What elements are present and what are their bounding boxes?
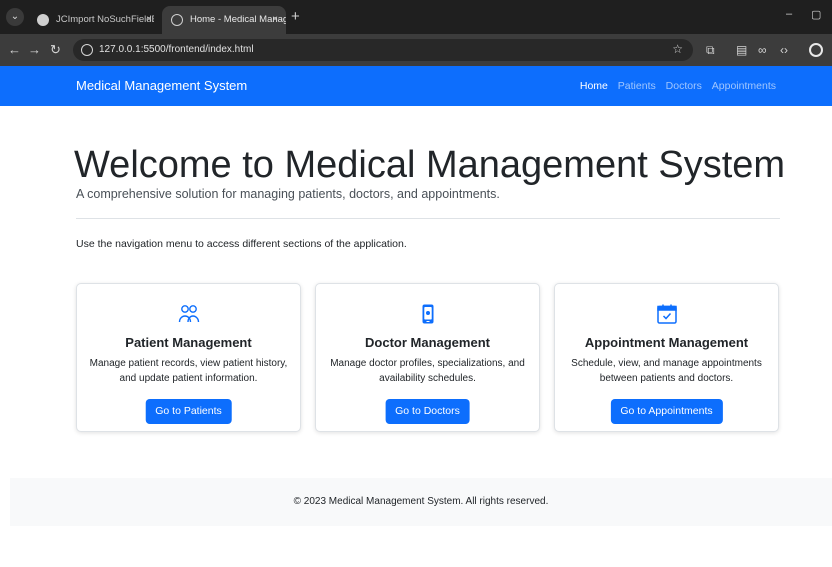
card-title: Patient Management xyxy=(125,335,252,350)
tab-title: JCImport NoSuchFieldError Fix xyxy=(56,14,154,25)
globe-icon xyxy=(171,14,183,26)
page-subtitle: A comprehensive solution for managing pa… xyxy=(76,187,500,201)
calendar-check-icon xyxy=(555,302,778,326)
nav-link-patients[interactable]: Patients xyxy=(618,80,656,92)
navigation-hint: Use the navigation menu to access differ… xyxy=(76,238,407,250)
url-text[interactable]: 127.0.0.1:5500/frontend/index.html xyxy=(99,39,254,61)
site-navbar: Medical Management System Home Patients … xyxy=(0,66,832,106)
new-tab-button[interactable]: + xyxy=(291,8,300,26)
card-title: Doctor Management xyxy=(365,335,490,350)
code-icon[interactable]: ‹› xyxy=(780,42,788,58)
go-to-patients-button[interactable]: Go to Patients xyxy=(145,399,232,424)
navbar-brand[interactable]: Medical Management System xyxy=(76,66,247,106)
card-text: Manage patient records, view patient his… xyxy=(89,358,288,384)
tab-close-icon[interactable]: × xyxy=(272,6,278,34)
footer-copyright: © 2023 Medical Management System. All ri… xyxy=(293,496,549,507)
site-info-icon[interactable] xyxy=(81,44,93,56)
nav-link-doctors[interactable]: Doctors xyxy=(666,80,702,92)
restore-icon[interactable]: ▢ xyxy=(811,8,821,21)
go-to-appointments-button[interactable]: Go to Appointments xyxy=(610,399,723,424)
browser-tab-bar: ⌄ JCImport NoSuchFieldError Fix × Home -… xyxy=(0,0,832,34)
browser-tab[interactable]: JCImport NoSuchFieldError Fix × xyxy=(28,6,160,34)
card-title: Appointment Management xyxy=(584,335,749,350)
tab-close-icon[interactable]: × xyxy=(146,6,152,34)
go-to-doctors-button[interactable]: Go to Doctors xyxy=(385,399,470,424)
patient-management-card: Patient Management Manage patient record… xyxy=(76,283,301,432)
nav-link-home[interactable]: Home xyxy=(580,80,608,92)
nav-link-appointments[interactable]: Appointments xyxy=(712,80,776,92)
divider xyxy=(76,218,780,219)
people-icon xyxy=(77,302,300,326)
extensions-icon[interactable]: ⧉ xyxy=(706,42,715,58)
card-text: Schedule, view, and manage appointments … xyxy=(571,358,762,384)
browser-toolbar: ← → ↻ 127.0.0.1:5500/frontend/index.html… xyxy=(0,34,832,66)
minimize-icon[interactable]: – xyxy=(786,8,792,20)
link-icon[interactable]: ∞ xyxy=(758,42,767,58)
doctor-management-card: Doctor Management Manage doctor profiles… xyxy=(315,283,540,432)
phone-badge-icon xyxy=(316,302,539,326)
reload-icon[interactable]: ↻ xyxy=(50,42,61,58)
page-content: Medical Management System Home Patients … xyxy=(0,66,832,567)
browser-tab-active[interactable]: Home - Medical Management System × xyxy=(162,6,286,34)
back-icon[interactable]: ← xyxy=(8,42,21,58)
tab-search-button[interactable]: ⌄ xyxy=(6,8,24,26)
site-footer: © 2023 Medical Management System. All ri… xyxy=(10,478,832,526)
bookmark-star-icon[interactable]: ☆ xyxy=(672,42,683,56)
forward-icon[interactable]: → xyxy=(28,42,41,58)
navbar-links: Home Patients Doctors Appointments xyxy=(573,66,776,106)
appointment-management-card: Appointment Management Schedule, view, a… xyxy=(554,283,779,432)
address-bar[interactable]: 127.0.0.1:5500/frontend/index.html ☆ xyxy=(73,39,693,61)
tab-favicon-icon xyxy=(37,14,49,26)
page-title: Welcome to Medical Management System xyxy=(74,144,786,186)
card-text: Manage doctor profiles, specializations,… xyxy=(330,358,525,384)
reading-icon[interactable]: ▤ xyxy=(736,42,747,58)
profile-icon[interactable] xyxy=(809,43,823,57)
